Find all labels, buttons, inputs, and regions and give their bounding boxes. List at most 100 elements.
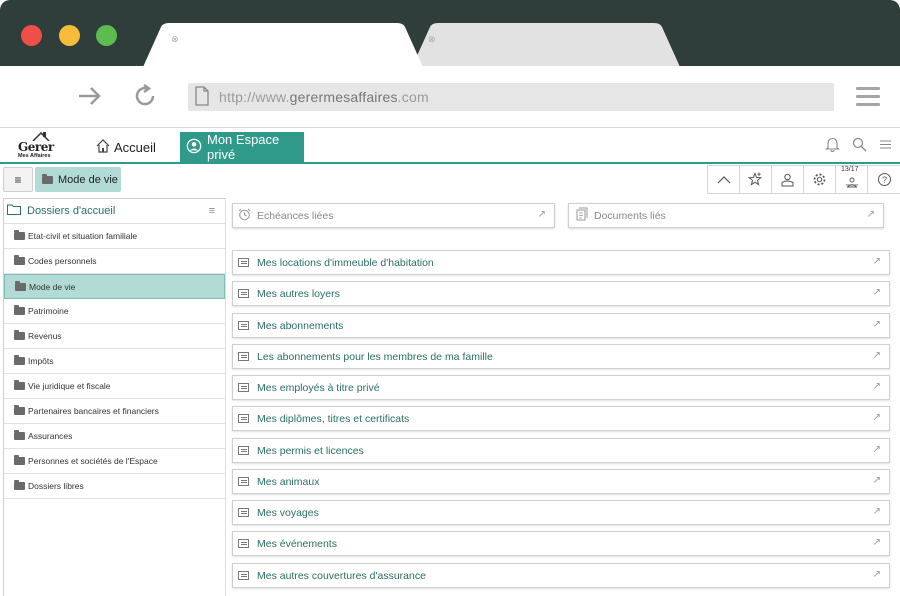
sidebar-item-label: Dossiers libres <box>28 481 84 491</box>
list-icon <box>238 352 249 361</box>
list-icon <box>238 258 249 267</box>
sidebar-item[interactable]: Personnes et sociétés de l'Espace <box>4 449 225 474</box>
list-item[interactable]: Mes autres loyers ↗ <box>232 281 890 306</box>
list-item-label: Mes autres loyers <box>257 287 340 300</box>
menu-icon[interactable] <box>880 140 891 152</box>
browser-menu-icon[interactable] <box>856 87 880 111</box>
current-folder-chip[interactable]: Mode de vie <box>35 167 121 192</box>
sidebar-item[interactable]: Revenus <box>4 324 225 349</box>
alarm-clock-icon <box>238 208 251 224</box>
arrow-up-right-icon[interactable]: ↗ <box>873 412 881 423</box>
home-link[interactable]: Accueil <box>96 139 156 156</box>
sidebar-item-label: Mode de vie <box>29 281 76 292</box>
sidebar-item[interactable]: Assurances <box>4 424 225 449</box>
help-icon[interactable]: ? <box>868 166 900 193</box>
espace-label: Mon Espace privé <box>207 132 280 162</box>
close-tab-icon[interactable]: ⊗ <box>171 34 179 45</box>
sidebar-item[interactable]: Mode de vie <box>4 274 225 299</box>
toolbar-buttons: 13/17 ? <box>707 165 900 194</box>
sidebar-item[interactable]: Dossiers libres <box>4 474 225 499</box>
folder-icon <box>15 280 26 291</box>
sidebar-item[interactable]: Patrimoine <box>4 299 225 324</box>
arrow-up-right-icon[interactable]: ↗ <box>873 256 881 267</box>
url-text[interactable]: http://www.gerermesaffaires.com <box>219 89 429 105</box>
sidebar-item-label: Impôts <box>28 356 54 366</box>
logo[interactable]: Gerer Mes Affaires <box>16 131 60 163</box>
tab-espace-prive[interactable]: Mon Espace privé <box>180 132 304 162</box>
sidebar-item[interactable]: Etat-civil et situation familiale <box>4 224 225 249</box>
gear-icon[interactable] <box>804 166 836 193</box>
minimize-window-button[interactable] <box>59 25 80 46</box>
sidebar-item[interactable]: Vie juridique et fiscale <box>4 374 225 399</box>
echeances-liees-card[interactable]: Echéances liées ↗ <box>232 203 555 228</box>
reload-icon[interactable] <box>133 83 157 112</box>
list-item[interactable]: Mes animaux ↗ <box>232 469 890 494</box>
bell-icon[interactable] <box>824 137 841 155</box>
current-folder-label: Mode de vie <box>58 173 118 186</box>
sidebar-title: Dossiers d'accueil <box>27 205 116 217</box>
close-tab-icon[interactable]: ⊗ <box>428 34 436 45</box>
sidebar-item[interactable]: Impôts <box>4 349 225 374</box>
list-item-label: Mes employés à titre privé <box>257 381 380 394</box>
sidebar-item[interactable]: Codes personnels <box>4 249 225 274</box>
user-stamp-icon[interactable] <box>772 166 804 193</box>
sidebar-item-label: Etat-civil et situation familiale <box>28 231 138 241</box>
arrow-up-right-icon[interactable]: ↗ <box>873 475 881 486</box>
browser-tab-active[interactable] <box>143 23 423 67</box>
arrow-up-right-icon[interactable]: ↗ <box>873 569 881 580</box>
list-item[interactable]: Mes permis et licences ↗ <box>232 438 890 463</box>
documents-lies-card[interactable]: Documents liés ↗ <box>568 203 884 228</box>
arrow-up-right-icon[interactable]: ↗ <box>873 537 881 548</box>
list-item[interactable]: Mes événements ↗ <box>232 531 890 556</box>
header-divider <box>0 162 900 164</box>
arrow-up-right-icon[interactable]: ↗ <box>873 381 881 392</box>
folder-icon <box>14 355 25 365</box>
list-item[interactable]: Mes voyages ↗ <box>232 500 890 525</box>
people-icon[interactable]: 13/17 <box>836 166 868 193</box>
sidebar-item-label: Personnes et sociétés de l'Espace <box>28 456 158 466</box>
arrow-up-right-icon[interactable]: ↗ <box>873 319 881 330</box>
browser-tab-inactive[interactable] <box>412 23 680 67</box>
list-item-label: Mes autres couvertures d'assurance <box>257 569 426 582</box>
folder-icon <box>42 173 53 184</box>
arrow-up-right-icon[interactable]: ↗ <box>867 209 875 220</box>
sidebar-menu-icon[interactable]: ≡ <box>209 205 215 217</box>
arrow-up-right-icon[interactable]: ↗ <box>873 287 881 298</box>
sidebar-item[interactable]: Partenaires bancaires et financiers <box>4 399 225 424</box>
search-icon[interactable] <box>852 137 867 155</box>
list-item-label: Mes animaux <box>257 475 320 488</box>
page-icon <box>195 86 209 109</box>
list-item-label: Mes diplômes, titres et certificats <box>257 412 410 425</box>
list-item[interactable]: Les abonnements pour les membres de ma f… <box>232 344 890 369</box>
maximize-window-button[interactable] <box>96 25 117 46</box>
folder-icon <box>14 305 25 315</box>
sidebar-toggle-button[interactable]: ≡ <box>3 167 33 192</box>
arrow-up-right-icon[interactable]: ↗ <box>873 506 881 517</box>
list-item[interactable]: Mes employés à titre privé ↗ <box>232 375 890 400</box>
list-item[interactable]: Mes abonnements ↗ <box>232 313 890 338</box>
forward-arrow-icon[interactable] <box>77 84 103 112</box>
list-icon <box>238 383 249 392</box>
star-add-icon[interactable] <box>740 166 772 193</box>
list-item[interactable]: Mes diplômes, titres et certificats ↗ <box>232 406 890 431</box>
folder-icon <box>14 430 25 440</box>
folder-icon <box>14 330 25 340</box>
folder-icon <box>14 405 25 415</box>
folder-outline-icon <box>7 204 21 218</box>
chevron-up-icon[interactable] <box>708 166 740 193</box>
list-item-label: Mes abonnements <box>257 319 344 332</box>
close-window-button[interactable] <box>21 25 42 46</box>
list-item[interactable]: Mes locations d'immeuble d'habitation ↗ <box>232 250 890 275</box>
arrow-up-right-icon[interactable]: ↗ <box>538 209 546 220</box>
list-item-label: Mes voyages <box>257 506 319 519</box>
arrow-up-right-icon[interactable]: ↗ <box>873 350 881 361</box>
list-icon <box>238 414 249 423</box>
sidebar-item-label: Codes personnels <box>28 256 97 266</box>
list-icon <box>238 477 249 486</box>
list-icon <box>238 446 249 455</box>
arrow-up-right-icon[interactable]: ↗ <box>873 444 881 455</box>
list-item-label: Mes permis et licences <box>257 444 364 457</box>
sidebar-item-label: Revenus <box>28 331 62 341</box>
folder-icon <box>14 380 25 390</box>
list-item[interactable]: Mes autres couvertures d'assurance ↗ <box>232 563 890 588</box>
